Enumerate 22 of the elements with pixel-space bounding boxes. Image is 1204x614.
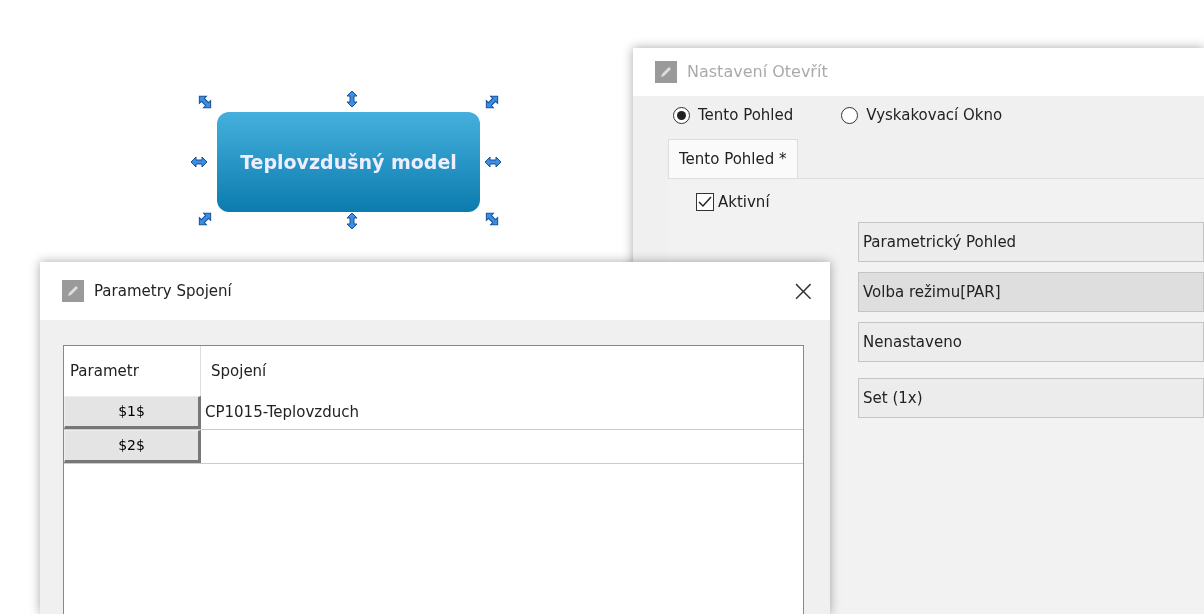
parameter-button[interactable]: $1$ <box>64 396 201 429</box>
radio-option[interactable]: Vyskakovací Okno <box>841 104 1003 127</box>
window-title: Nastavení Otevřít <box>687 61 828 83</box>
checkbox[interactable]: Aktivní <box>696 191 1204 214</box>
column-header: Parametr <box>70 360 139 382</box>
column-header: Spojení <box>211 360 267 382</box>
resize-handle-icon[interactable] <box>196 210 214 228</box>
dropdown-field[interactable]: Parametrický Pohled <box>858 221 1204 262</box>
table-cell-text: CP1015-Teplovzduch <box>205 402 359 424</box>
parameter-button[interactable]: $2$ <box>64 430 201 463</box>
dropdown-field[interactable]: Nenastaveno <box>858 321 1204 362</box>
window-title: Parametry Spojení <box>94 280 233 302</box>
resize-handle-icon[interactable] <box>483 93 501 111</box>
dropdown-field[interactable]: Set (1x) <box>858 377 1204 418</box>
resize-handle-icon[interactable] <box>483 210 501 228</box>
resize-handle-icon[interactable] <box>196 93 214 111</box>
edit-icon <box>655 61 677 83</box>
edit-icon <box>62 280 84 302</box>
radio-option[interactable]: Tento Pohled <box>673 104 794 127</box>
dropdown-field[interactable]: Volba režimu[PAR] <box>858 271 1204 312</box>
tab[interactable]: Tento Pohled * <box>668 138 798 178</box>
close-button[interactable]: × <box>790 276 816 306</box>
